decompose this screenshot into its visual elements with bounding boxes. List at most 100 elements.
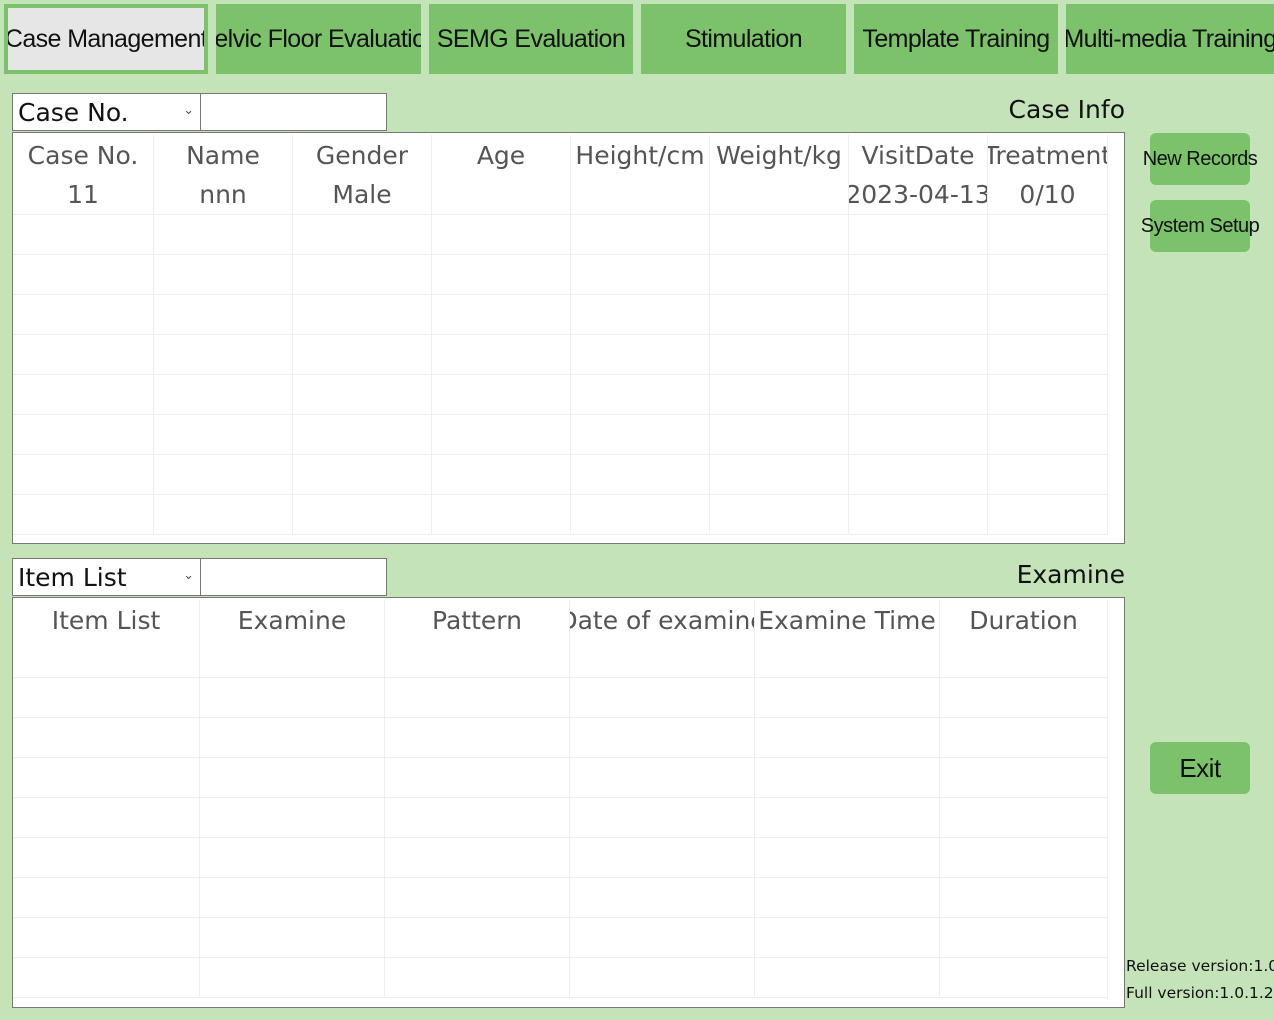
examine-table-cell (200, 958, 385, 998)
examine-column-header[interactable]: Item List (13, 600, 200, 640)
examine-table-cell (755, 758, 940, 798)
examine-table-cell (385, 878, 570, 918)
examine-table-cell (385, 758, 570, 798)
examine-column-header[interactable]: Date of examine (570, 600, 755, 640)
case-table-cell (988, 255, 1108, 295)
examine-table-row[interactable] (13, 838, 1124, 878)
case-table-cell (154, 495, 293, 535)
examine-table: Item ListExaminePatternDate of examineEx… (12, 597, 1125, 1008)
case-table-cell (13, 495, 154, 535)
case-table-cell (293, 415, 432, 455)
examine-table-cell (13, 878, 200, 918)
new-records-button[interactable]: New Records (1143, 133, 1258, 185)
case-table-cell (13, 335, 154, 375)
case-table-cell (988, 375, 1108, 415)
case-column-header[interactable]: Case No. (13, 135, 154, 175)
case-table-cell (849, 375, 988, 415)
case-column-header[interactable]: Weight/kg (710, 135, 849, 175)
case-table-cell (154, 295, 293, 335)
case-table-row[interactable] (13, 375, 1124, 415)
case-table-row[interactable] (13, 295, 1124, 335)
tab-template-training[interactable]: Template Training (854, 4, 1058, 74)
case-table-cell (293, 495, 432, 535)
case-column-header[interactable]: Treatment (988, 135, 1108, 175)
case-table-cell (849, 495, 988, 535)
examine-table-cell (570, 758, 755, 798)
case-table-cell: Male (293, 175, 432, 215)
examine-search-field-select[interactable]: Item List ⌄ (12, 558, 201, 596)
tab-multimedia-training[interactable]: Multi-media Training (1066, 4, 1274, 74)
case-table-row[interactable]: 11 nnn Male 2023-04-13 0/10 (13, 175, 1124, 215)
exit-button[interactable]: Exit (1150, 742, 1250, 794)
case-table-cell (571, 255, 710, 295)
case-search-field-select[interactable]: Case No. ⌄ (12, 93, 201, 131)
case-table-row[interactable] (13, 455, 1124, 495)
case-table-cell (571, 415, 710, 455)
examine-column-header[interactable]: Pattern (385, 600, 570, 640)
examine-table-cell (570, 958, 755, 998)
case-table-cell (988, 215, 1108, 255)
case-column-header[interactable]: Gender (293, 135, 432, 175)
examine-search-field-label: Item List (18, 562, 127, 592)
chevron-down-icon: ⌄ (183, 568, 194, 583)
case-table-cell (293, 295, 432, 335)
case-table-row[interactable] (13, 335, 1124, 375)
examine-search-input[interactable] (200, 558, 387, 596)
examine-table-row[interactable] (13, 718, 1124, 758)
examine-table-row[interactable] (13, 958, 1124, 998)
examine-table-row[interactable] (13, 758, 1124, 798)
examine-table-cell (755, 958, 940, 998)
case-table-cell (13, 255, 154, 295)
chevron-down-icon: ⌄ (183, 103, 194, 118)
examine-table-cell (200, 878, 385, 918)
case-table-cell (710, 215, 849, 255)
case-table-cell: nnn (154, 175, 293, 215)
examine-table-cell (13, 718, 200, 758)
case-column-header[interactable]: Name (154, 135, 293, 175)
case-table-cell (293, 375, 432, 415)
system-setup-button[interactable]: System Setup (1141, 200, 1260, 252)
examine-table-row[interactable] (13, 798, 1124, 838)
case-table-cell (571, 175, 710, 215)
case-table-cell (710, 375, 849, 415)
case-search-input[interactable] (200, 93, 387, 131)
examine-table-row[interactable] (13, 878, 1124, 918)
examine-table-cell (13, 958, 200, 998)
examine-table-row[interactable] (13, 638, 1124, 678)
examine-table-row[interactable] (13, 678, 1124, 718)
main-tab-bar: Case Management Pelvic Floor Evaluation … (4, 4, 1274, 74)
examine-table-cell (200, 838, 385, 878)
case-table-row[interactable] (13, 255, 1124, 295)
examine-table-cell (940, 798, 1108, 838)
tab-case-management[interactable]: Case Management (4, 4, 208, 74)
case-table-row[interactable] (13, 415, 1124, 455)
case-table-row[interactable] (13, 495, 1124, 535)
examine-column-header[interactable]: Examine (200, 600, 385, 640)
tab-pelvic-floor-evaluation[interactable]: Pelvic Floor Evaluation (216, 4, 421, 74)
case-table-cell (154, 215, 293, 255)
case-column-header[interactable]: VisitDate (849, 135, 988, 175)
examine-column-header[interactable]: Examine Time (755, 600, 940, 640)
examine-table-cell (570, 798, 755, 838)
examine-table-cell (570, 678, 755, 718)
case-table-cell (293, 335, 432, 375)
examine-table-cell (385, 678, 570, 718)
examine-column-header[interactable]: Duration (940, 600, 1108, 640)
tab-stimulation[interactable]: Stimulation (641, 4, 846, 74)
tab-semg-evaluation[interactable]: SEMG Evaluation (429, 4, 633, 74)
case-table-cell (432, 215, 571, 255)
case-column-header[interactable]: Height/cm (571, 135, 710, 175)
examine-table-cell (570, 838, 755, 878)
case-table-cell (988, 415, 1108, 455)
examine-table-cell (385, 838, 570, 878)
examine-table-cell (755, 638, 940, 678)
case-column-header[interactable]: Age (432, 135, 571, 175)
examine-table-cell (13, 638, 200, 678)
examine-table-cell (385, 798, 570, 838)
examine-table-cell (940, 638, 1108, 678)
case-info-table: Case No. Name Gender Age Height/cm Weight/kg V… (12, 132, 1125, 544)
examine-table-row[interactable] (13, 918, 1124, 958)
examine-table-cell (940, 678, 1108, 718)
case-table-cell (154, 375, 293, 415)
case-table-row[interactable] (13, 215, 1124, 255)
